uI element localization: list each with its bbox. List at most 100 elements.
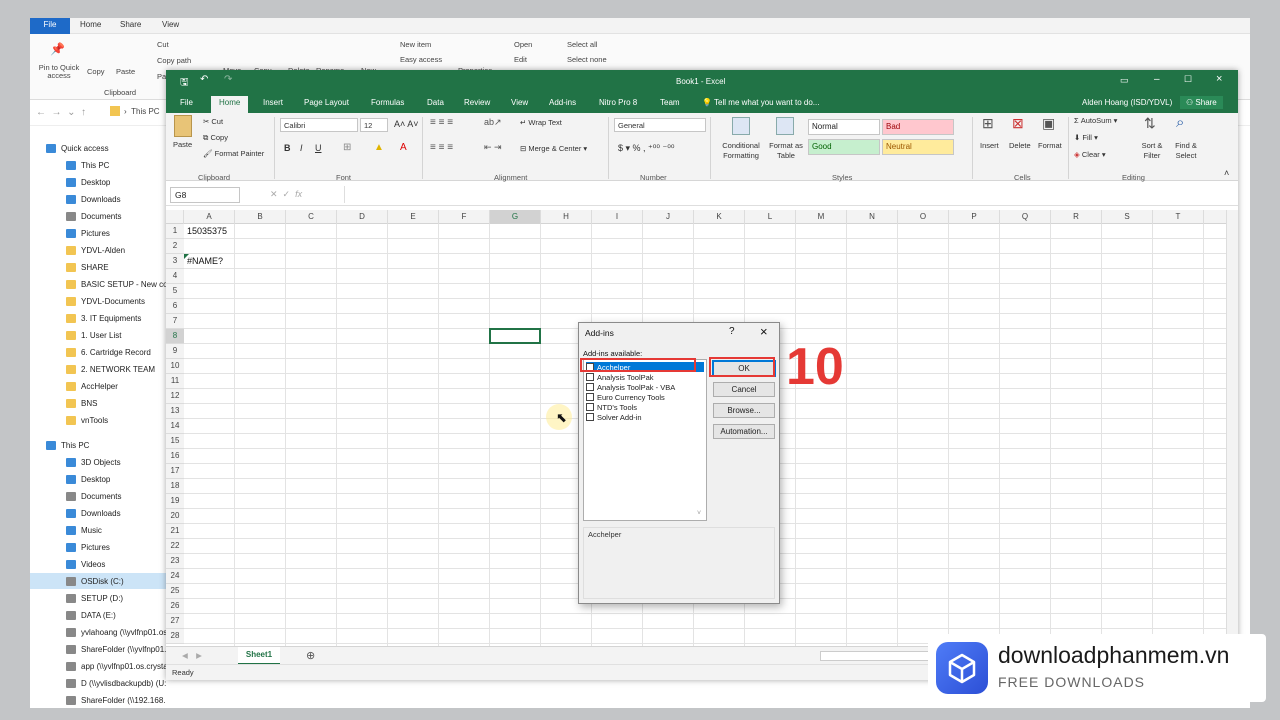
collapse-ribbon-icon[interactable]: ˄: [1224, 168, 1229, 178]
nav-item[interactable]: Quick access: [30, 140, 166, 156]
row-header[interactable]: 6: [166, 299, 184, 314]
nav-item[interactable]: 1. User List: [30, 327, 166, 343]
column-header[interactable]: R: [1051, 210, 1102, 224]
explorer-tab-view[interactable]: View: [162, 20, 179, 29]
row-header[interactable]: 1: [166, 224, 184, 239]
underline-icon[interactable]: U: [315, 143, 322, 153]
row-header[interactable]: 25: [166, 584, 184, 599]
nav-item[interactable]: YDVL-Alden: [30, 242, 166, 258]
browse-button[interactable]: Browse...: [713, 403, 775, 418]
redo-icon[interactable]: ↷: [224, 74, 232, 85]
cell-a1[interactable]: 15035375: [187, 226, 227, 236]
select-none-button[interactable]: Select none: [567, 55, 607, 64]
number-format-icons[interactable]: $ ▾ % , ⁺⁰⁰ ⁻⁰⁰: [618, 143, 674, 154]
new-item-button[interactable]: New item: [400, 40, 431, 49]
tab-data[interactable]: Data: [427, 98, 444, 107]
add-in-checkbox[interactable]: [586, 393, 594, 401]
cell-a3[interactable]: #NAME?: [187, 256, 223, 266]
nav-item[interactable]: This PC: [30, 157, 166, 173]
clear-button[interactable]: ◈ Clear ▾: [1074, 150, 1106, 159]
edit-button[interactable]: Edit: [514, 55, 527, 64]
column-header[interactable]: Q: [1000, 210, 1051, 224]
nav-item[interactable]: 3. IT Equipments: [30, 310, 166, 326]
cancel-button[interactable]: Cancel: [713, 382, 775, 397]
nav-item[interactable]: D (\\yvlisdbackupdb) (U:): [30, 675, 166, 691]
add-in-checkbox[interactable]: [586, 383, 594, 391]
tab-team[interactable]: Team: [660, 98, 680, 107]
row-header[interactable]: 17: [166, 464, 184, 479]
nav-item[interactable]: ShareFolder (\\192.168.186.15\ShareData)…: [30, 692, 166, 708]
column-header[interactable]: A: [184, 210, 235, 224]
column-header[interactable]: J: [643, 210, 694, 224]
nav-item[interactable]: BNS: [30, 395, 166, 411]
font-size-select[interactable]: 12: [360, 118, 388, 132]
paste-shortcut-button[interactable]: Pa: [157, 72, 166, 81]
copy-button[interactable]: ⧉ Copy: [203, 133, 228, 143]
tab-view[interactable]: View: [511, 98, 528, 107]
address-path[interactable]: › This PC: [124, 107, 160, 116]
horizontal-align-icons[interactable]: ≡ ≡ ≡: [430, 142, 453, 153]
find-select-button[interactable]: Find & Select: [1170, 141, 1202, 161]
name-box[interactable]: G8: [170, 187, 240, 203]
nav-item[interactable]: Downloads: [30, 191, 166, 207]
formula-buttons-icons[interactable]: ✕ ✓ fx: [270, 189, 302, 200]
row-header[interactable]: 11: [166, 374, 184, 389]
save-icon[interactable]: 🖫: [180, 75, 189, 92]
nav-item[interactable]: Downloads: [30, 505, 166, 521]
column-header[interactable]: O: [898, 210, 949, 224]
dialog-close-icon[interactable]: ×: [760, 324, 768, 339]
user-name[interactable]: Alden Hoang (ISD/YDVL): [1082, 98, 1172, 107]
row-header[interactable]: 18: [166, 479, 184, 494]
explorer-copy-button[interactable]: Copy: [87, 67, 105, 76]
row-header[interactable]: 12: [166, 389, 184, 404]
column-header[interactable]: E: [388, 210, 439, 224]
nav-item[interactable]: Desktop: [30, 471, 166, 487]
fill-color-icon[interactable]: ▲: [374, 142, 384, 153]
column-header[interactable]: G: [490, 210, 541, 224]
font-grow-shrink-icon[interactable]: A˄ A˅: [394, 119, 419, 129]
paste-button[interactable]: Paste: [173, 140, 192, 149]
nav-item[interactable]: app (\\yvlfnp01.os.crystal.: [30, 658, 166, 674]
wrap-text-button[interactable]: ↵ Wrap Text: [520, 118, 562, 127]
row-header[interactable]: 10: [166, 359, 184, 374]
column-header[interactable]: S: [1102, 210, 1153, 224]
row-header[interactable]: 28: [166, 629, 184, 644]
add-in-checkbox[interactable]: [586, 403, 594, 411]
vertical-align-icons[interactable]: ≡ ≡ ≡: [430, 117, 453, 128]
nav-item[interactable]: vnTools: [30, 412, 166, 428]
row-header[interactable]: 14: [166, 419, 184, 434]
row-header[interactable]: 27: [166, 614, 184, 629]
conditional-formatting-button[interactable]: Conditional Formatting: [716, 141, 766, 161]
row-header[interactable]: 7: [166, 314, 184, 329]
nav-item[interactable]: BASIC SETUP - New comp: [30, 276, 166, 292]
column-header[interactable]: I: [592, 210, 643, 224]
nav-item[interactable]: YDVL-Documents: [30, 293, 166, 309]
tell-me-box[interactable]: 💡 Tell me what you want to do...: [702, 98, 819, 107]
help-icon[interactable]: ?: [729, 326, 735, 337]
maximize-icon[interactable]: ☐: [1184, 74, 1192, 85]
undo-icon[interactable]: ↶: [200, 74, 208, 85]
add-sheet-icon[interactable]: ⊕: [306, 649, 315, 662]
cut-button[interactable]: ✂ Cut: [203, 117, 223, 126]
explorer-cut-button[interactable]: Cut: [157, 40, 169, 49]
nav-item[interactable]: SHARE: [30, 259, 166, 275]
column-header[interactable]: D: [337, 210, 388, 224]
add-in-item[interactable]: Solver Add-in: [586, 412, 704, 422]
borders-icon[interactable]: ⊞: [343, 142, 351, 153]
nav-item[interactable]: AccHelper: [30, 378, 166, 394]
font-name-select[interactable]: Calibri: [280, 118, 358, 132]
nav-item[interactable]: 3D Objects: [30, 454, 166, 470]
tab-review[interactable]: Review: [464, 98, 490, 107]
sheet-nav-arrows-icon[interactable]: ◀ ▶: [182, 651, 202, 660]
nav-item[interactable]: Videos: [30, 556, 166, 572]
nav-item[interactable]: 6. Cartridge Record: [30, 344, 166, 360]
tab-page-layout[interactable]: Page Layout: [304, 98, 349, 107]
add-ins-list[interactable]: ˅ Acchelper Analysis ToolPak Analysis Tool…: [583, 359, 707, 521]
tab-file[interactable]: File: [180, 98, 193, 107]
bold-icon[interactable]: B: [284, 143, 291, 153]
style-neutral[interactable]: Neutral: [882, 139, 954, 155]
row-header[interactable]: 13: [166, 404, 184, 419]
explorer-tab-home[interactable]: Home: [80, 20, 101, 29]
delete-cells-button[interactable]: Delete: [1009, 141, 1031, 150]
nav-item[interactable]: yvlahoang (\\yvlfnp01.os.c: [30, 624, 166, 640]
